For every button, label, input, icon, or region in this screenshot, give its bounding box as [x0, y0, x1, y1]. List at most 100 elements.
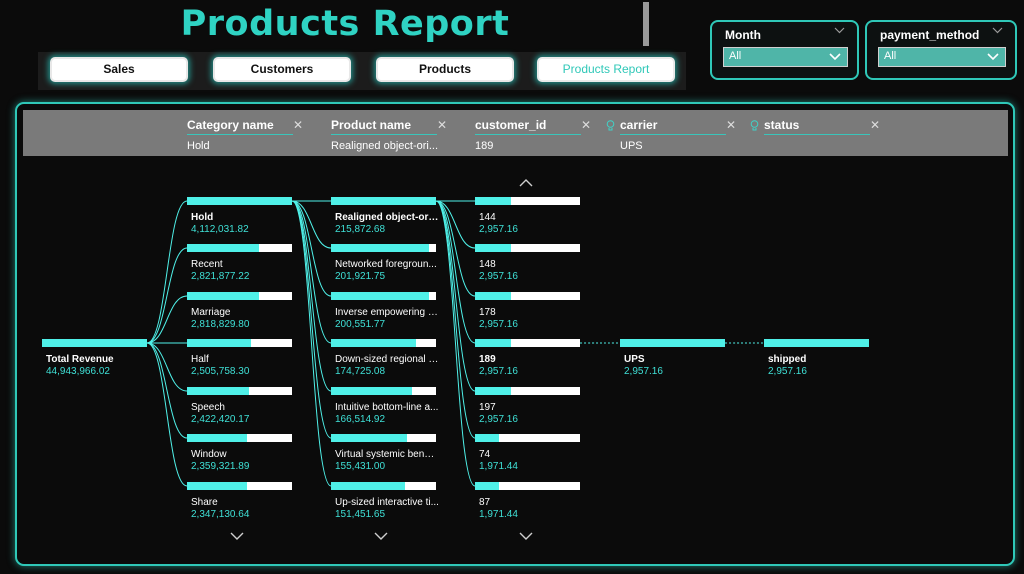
- tree-node-category[interactable]: Marriage 2,818,829.80: [187, 292, 297, 330]
- connector-line: [146, 295, 188, 344]
- node-value: 200,551.77: [335, 319, 386, 330]
- node-bar-fill: [187, 292, 259, 300]
- node-bar: [331, 482, 436, 490]
- tree-node-product[interactable]: Inverse empowering n... 200,551.77: [331, 292, 441, 330]
- node-bar-fill: [331, 482, 405, 490]
- node-bar-fill: [764, 339, 869, 347]
- node-bar-fill: [620, 339, 725, 347]
- node-label: 144: [479, 212, 496, 223]
- node-value: 2,957.16: [479, 366, 518, 377]
- node-bar-fill: [42, 339, 147, 347]
- node-label: Inverse empowering n...: [335, 307, 439, 318]
- tree-node-category[interactable]: Share 2,347,130.64: [187, 482, 297, 520]
- tree-node-category[interactable]: Recent 2,821,877.22: [187, 244, 297, 282]
- tree-node-customer[interactable]: 74 1,971.44: [475, 434, 585, 472]
- node-label: 197: [479, 402, 496, 413]
- node-bar: [764, 339, 869, 347]
- node-bar-fill: [187, 482, 247, 490]
- node-value: 1,971.44: [479, 509, 518, 520]
- connector-line: [435, 200, 476, 439]
- connector-line: [146, 200, 188, 344]
- node-bar-fill: [475, 482, 499, 490]
- tree-node-status[interactable]: shipped 2,957.16: [764, 339, 874, 377]
- tree-node-customer[interactable]: 144 2,957.16: [475, 197, 585, 235]
- scroll-up-chevron-icon[interactable]: [519, 174, 533, 192]
- node-value: 2,957.16: [479, 271, 518, 282]
- node-bar-fill: [187, 197, 292, 205]
- connector-line: [291, 200, 332, 439]
- node-value: 2,505,758.30: [191, 366, 250, 377]
- node-label: Up-sized interactive ti...: [335, 497, 439, 508]
- scroll-down-chevron-icon[interactable]: [230, 528, 244, 546]
- node-bar-fill: [331, 339, 416, 347]
- connector-line: [146, 342, 188, 487]
- node-bar-fill: [475, 434, 499, 442]
- node-label: Recent: [191, 259, 223, 270]
- scroll-down-chevron-icon[interactable]: [519, 528, 533, 546]
- node-label: 148: [479, 259, 496, 270]
- connector-line: [435, 200, 476, 297]
- connector-line: [291, 200, 332, 392]
- node-value: 174,725.08: [335, 366, 386, 377]
- node-label: Intuitive bottom-line a...: [335, 402, 439, 413]
- node-bar: [475, 244, 580, 252]
- node-bar: [187, 292, 292, 300]
- tree-node-customer[interactable]: 87 1,971.44: [475, 482, 585, 520]
- node-bar: [475, 482, 580, 490]
- tree-node-carrier[interactable]: UPS 2,957.16: [620, 339, 730, 377]
- tree-node-product[interactable]: Intuitive bottom-line a... 166,514.92: [331, 387, 441, 425]
- node-bar: [42, 339, 147, 347]
- node-label: Share: [191, 497, 218, 508]
- node-value: 2,957.16: [624, 366, 663, 377]
- tree-node-customer[interactable]: 197 2,957.16: [475, 387, 585, 425]
- tree-node-customer[interactable]: 148 2,957.16: [475, 244, 585, 282]
- tree-node-category[interactable]: Half 2,505,758.30: [187, 339, 297, 377]
- tree-node-product[interactable]: Realigned object-ori... 215,872.68: [331, 197, 441, 235]
- node-bar: [187, 387, 292, 395]
- tree-node-product[interactable]: Networked foregroun... 201,921.75: [331, 244, 441, 282]
- node-value: 2,957.16: [479, 319, 518, 330]
- node-value: 2,957.16: [479, 224, 518, 235]
- node-value: 1,971.44: [479, 461, 518, 472]
- node-bar: [331, 244, 436, 252]
- tree-node-product[interactable]: Down-sized regional c... 174,725.08: [331, 339, 441, 377]
- node-bar-fill: [331, 387, 412, 395]
- node-value: 2,957.16: [768, 366, 807, 377]
- tree-node-category[interactable]: Hold 4,112,031.82: [187, 197, 297, 235]
- tree-node-root[interactable]: Total Revenue 44,943,966.02: [42, 339, 152, 377]
- node-bar: [475, 292, 580, 300]
- node-bar-fill: [187, 434, 247, 442]
- connector-line: [146, 247, 188, 344]
- node-label: 74: [479, 449, 491, 460]
- node-bar: [331, 434, 436, 442]
- node-label: Virtual systemic bench...: [335, 449, 439, 460]
- tree-node-product[interactable]: Up-sized interactive ti... 151,451.65: [331, 482, 441, 520]
- node-bar: [475, 387, 580, 395]
- node-bar-fill: [331, 434, 407, 442]
- connector-line: [291, 200, 332, 297]
- node-bar: [187, 244, 292, 252]
- scroll-down-chevron-icon[interactable]: [374, 528, 388, 546]
- node-bar: [331, 339, 436, 347]
- tree-node-customer[interactable]: 178 2,957.16: [475, 292, 585, 330]
- tree-node-customer[interactable]: 189 2,957.16: [475, 339, 585, 377]
- connector-line: [291, 200, 332, 487]
- node-bar: [331, 292, 436, 300]
- node-bar: [187, 197, 292, 205]
- node-bar-fill: [187, 387, 249, 395]
- node-bar-fill: [331, 197, 436, 205]
- tree-node-category[interactable]: Speech 2,422,420.17: [187, 387, 297, 425]
- node-bar-fill: [475, 387, 511, 395]
- node-value: 201,921.75: [335, 271, 386, 282]
- connector-line: [146, 342, 188, 392]
- tree-node-product[interactable]: Virtual systemic bench... 155,431.00: [331, 434, 441, 472]
- node-value: 2,818,829.80: [191, 319, 250, 330]
- node-bar-fill: [475, 339, 511, 347]
- node-label: 178: [479, 307, 496, 318]
- tree-node-category[interactable]: Window 2,359,321.89: [187, 434, 297, 472]
- node-label: Total Revenue: [46, 354, 114, 365]
- connector-line: [435, 200, 476, 487]
- node-value: 2,422,420.17: [191, 414, 250, 425]
- node-label: Speech: [191, 402, 225, 413]
- node-label: Window: [191, 449, 227, 460]
